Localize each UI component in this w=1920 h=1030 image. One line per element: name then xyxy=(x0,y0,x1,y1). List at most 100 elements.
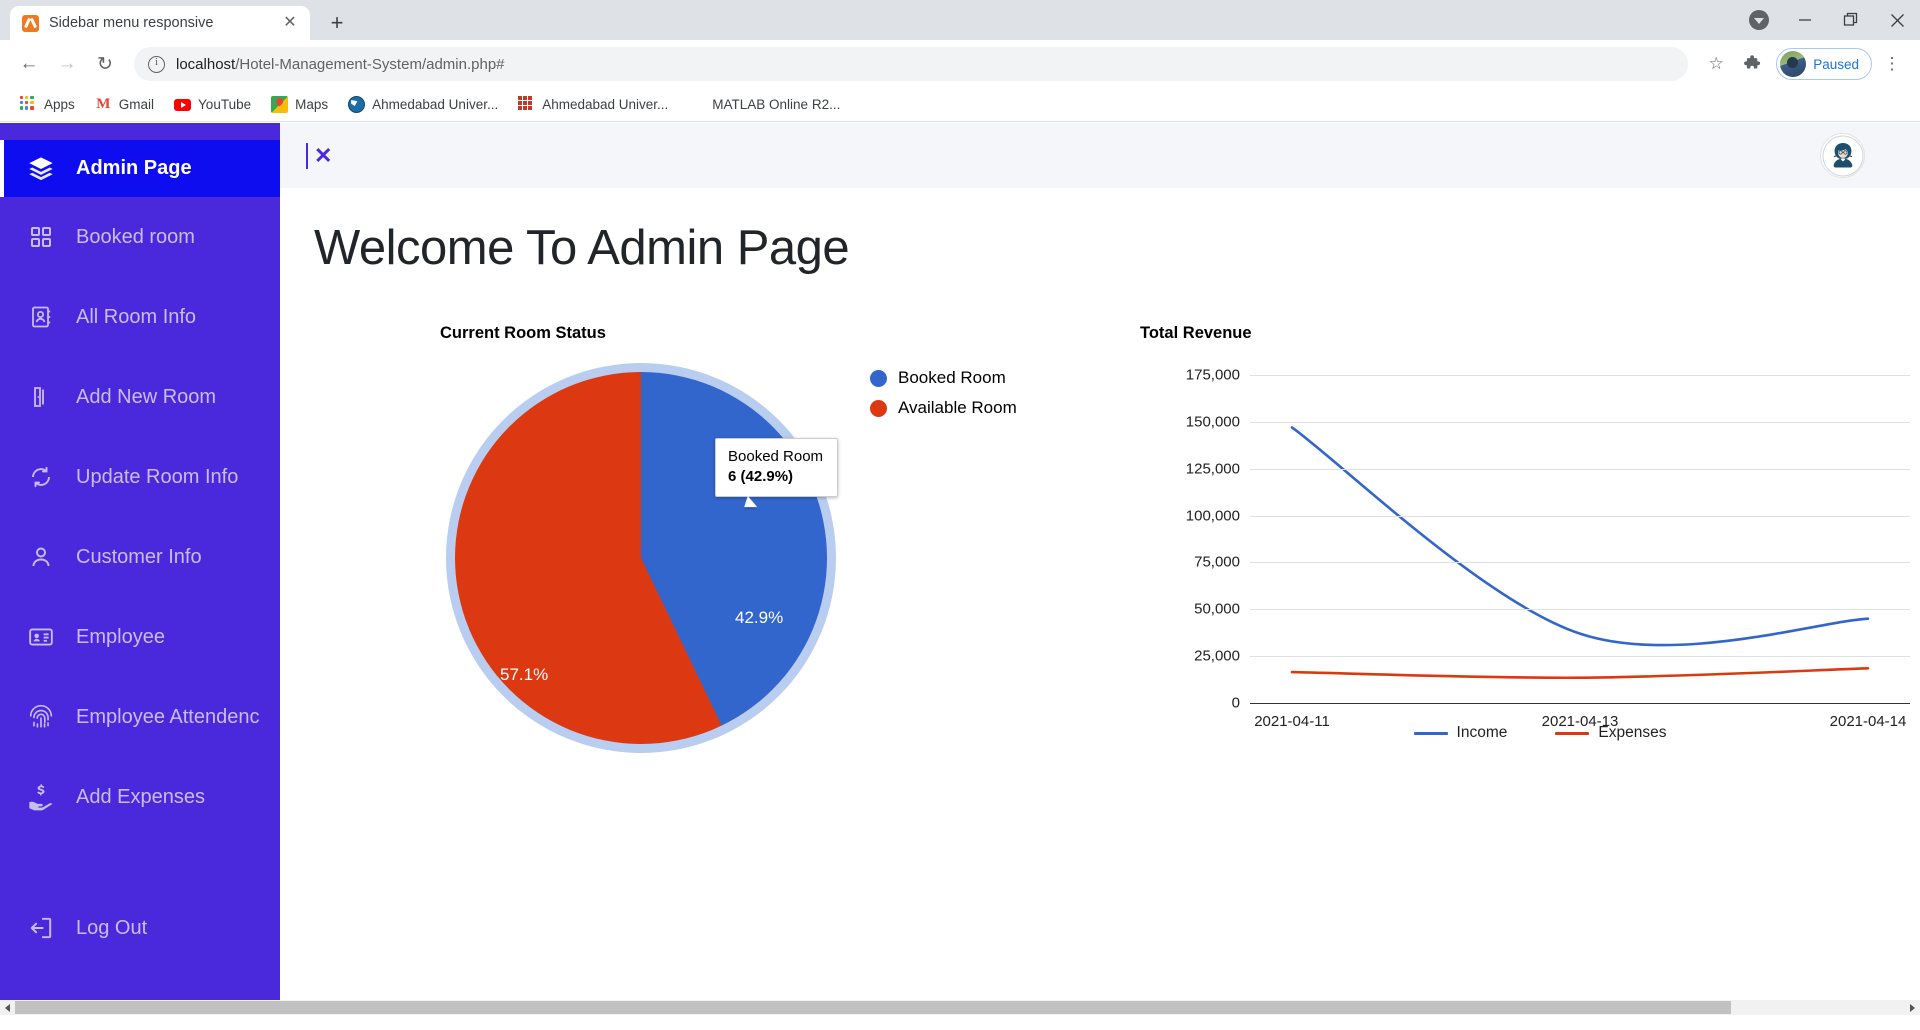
address-bar[interactable]: localhost/Hotel-Management-System/admin.… xyxy=(134,47,1689,81)
matlab-icon xyxy=(688,96,705,113)
sidebar-item-employee-attendence[interactable]: Employee Attendenc xyxy=(0,677,280,757)
profile-label: Paused xyxy=(1813,56,1859,72)
y-axis-tick-label: 25,000 xyxy=(1194,647,1240,665)
fingerprint-icon xyxy=(26,702,56,732)
content-topbar: ✕ ADMIN xyxy=(280,123,1920,188)
legend-item[interactable]: Income xyxy=(1413,724,1508,742)
bookmark-label: Apps xyxy=(44,97,75,112)
extensions-puzzle-icon[interactable] xyxy=(1736,48,1768,80)
sidebar-item-label: Employee Attendenc xyxy=(76,705,260,728)
sidebar-item-label: Booked room xyxy=(76,225,195,248)
svg-text:ADMIN: ADMIN xyxy=(1834,162,1850,167)
legend-label: Available Room xyxy=(898,398,1017,417)
sidebar-item-employee[interactable]: Employee xyxy=(0,597,280,677)
series-line xyxy=(1290,667,1870,680)
bookmark-label: Gmail xyxy=(118,97,155,112)
bookmark-matlab-online[interactable]: MATLAB Online R2... xyxy=(680,92,848,117)
bookmark-star-icon[interactable]: ☆ xyxy=(1700,48,1732,80)
legend-label: Income xyxy=(1456,724,1508,741)
gridline xyxy=(1250,656,1910,658)
bookmark-ahmedabad-university-1[interactable]: Ahmedabad Univer... xyxy=(340,92,506,117)
contact-book-icon xyxy=(26,302,56,332)
sidebar-item-all-room-info[interactable]: All Room Info xyxy=(0,277,280,357)
download-icon[interactable] xyxy=(1736,0,1782,40)
browser-menu-icon[interactable]: ⋮ xyxy=(1876,48,1908,80)
gridline xyxy=(1250,703,1910,704)
scrollbar-thumb[interactable] xyxy=(15,1001,1731,1014)
logout-icon xyxy=(26,913,56,943)
chart-title: Current Room Status xyxy=(440,324,606,342)
sidebar-item-log-out[interactable]: Log Out xyxy=(0,888,147,968)
gridline xyxy=(1250,468,1910,470)
legend-item[interactable]: Booked Room xyxy=(870,368,1017,388)
sidebar-toggle-button[interactable]: ✕ xyxy=(306,142,332,169)
new-tab-button[interactable]: + xyxy=(322,8,352,38)
plot-area: 0 25,000 50,000 75,000 100,000 125,000 150,000… xyxy=(1186,367,1910,712)
y-axis-tick-label: 0 xyxy=(1231,694,1240,712)
y-axis-tick-label: 75,000 xyxy=(1194,553,1240,571)
sidebar-item-add-expenses[interactable]: Add Expenses xyxy=(0,757,280,837)
window-close-icon[interactable] xyxy=(1874,0,1920,40)
back-icon[interactable]: ← xyxy=(12,47,46,81)
scroll-right-icon[interactable] xyxy=(1905,1000,1920,1015)
legend-item[interactable]: Available Room xyxy=(870,398,1017,418)
sidebar-item-label: Add Expenses xyxy=(76,785,205,808)
site-info-icon[interactable] xyxy=(148,55,165,73)
y-axis-tick-label: 150,000 xyxy=(1185,413,1240,431)
minimize-icon[interactable] xyxy=(1782,0,1828,40)
youtube-icon xyxy=(174,96,192,113)
forward-icon[interactable]: → xyxy=(50,47,84,81)
legend-color-line xyxy=(1413,731,1448,735)
close-icon[interactable]: ✕ xyxy=(280,13,300,33)
close-icon[interactable]: ✕ xyxy=(314,143,332,169)
pie-chart-area: 42.9% 57.1% Booked Room Available Room B… xyxy=(440,363,1100,753)
globe-icon xyxy=(348,96,366,113)
line-chart-area: 0 25,000 50,000 75,000 100,000 125,000 150,000… xyxy=(1140,355,1920,775)
admin-avatar[interactable]: ADMIN xyxy=(1820,133,1865,178)
sidebar-item-customer-info[interactable]: Customer Info xyxy=(0,517,280,597)
browser-tab[interactable]: Sidebar menu responsive ✕ xyxy=(10,6,310,40)
main-content: ✕ ADMIN Welcome To Admin Page Current Ro… xyxy=(280,123,1920,1015)
scroll-left-icon[interactable] xyxy=(0,1000,15,1015)
hand-money-icon xyxy=(26,782,56,812)
layers-icon xyxy=(26,154,56,184)
bookmark-label: Ahmedabad Univer... xyxy=(372,97,499,112)
series-line xyxy=(1290,426,1870,647)
sidebar-item-add-new-room[interactable]: Add New Room xyxy=(0,357,280,437)
profile-chip[interactable]: Paused xyxy=(1776,48,1872,80)
horizontal-scrollbar[interactable] xyxy=(0,1000,1920,1015)
bookmark-label: Ahmedabad Univer... xyxy=(542,97,669,112)
bookmark-gmail[interactable]: M Gmail xyxy=(87,92,162,117)
tooltip-title: Booked Room xyxy=(728,448,824,465)
bookmark-apps[interactable]: Apps xyxy=(12,92,83,117)
revenue-lines xyxy=(1290,426,1870,680)
y-axis-tick-label: 50,000 xyxy=(1194,600,1240,618)
scrollbar-track[interactable] xyxy=(15,1000,1905,1015)
charts-row: Current Room Status 42.9% 57.1% Booked R… xyxy=(280,276,1920,775)
maximize-icon[interactable] xyxy=(1828,0,1874,40)
page-viewport: Admin Page Booked room All Room Info Add… xyxy=(0,123,1920,1015)
url-path: /Hotel-Management-System/admin.php# xyxy=(235,55,505,73)
gridline xyxy=(1250,421,1910,423)
reload-icon[interactable]: ↻ xyxy=(88,47,122,81)
bookmark-label: Maps xyxy=(295,97,329,112)
total-revenue-chart: Total Revenue 0 25,000 50,000 75,000 100,000… xyxy=(1100,324,1920,775)
pie-legend: Booked Room Available Room xyxy=(870,368,1017,428)
avatar xyxy=(1780,51,1807,77)
sidebar-item-update-room-info[interactable]: Update Room Info xyxy=(0,437,280,517)
door-icon xyxy=(26,382,56,412)
legend-color-line xyxy=(1555,731,1590,735)
legend-item[interactable]: Expenses xyxy=(1555,724,1666,742)
pie-slices[interactable] xyxy=(455,372,827,744)
gridline xyxy=(1250,609,1910,611)
bookmark-maps[interactable]: Maps xyxy=(263,92,336,117)
sidebar-item-label: Add New Room xyxy=(76,385,217,408)
bookmark-youtube[interactable]: YouTube xyxy=(166,92,259,117)
gmail-icon: M xyxy=(96,96,111,112)
sidebar-item-label: Employee xyxy=(76,625,165,648)
gridline xyxy=(1250,375,1910,376)
id-card-icon xyxy=(26,622,56,652)
sidebar-item-booked-room[interactable]: Booked room xyxy=(0,197,280,277)
sidebar-item-admin-page[interactable]: Admin Page xyxy=(0,140,280,197)
bookmark-ahmedabad-university-2[interactable]: Ahmedabad Univer... xyxy=(510,92,676,117)
